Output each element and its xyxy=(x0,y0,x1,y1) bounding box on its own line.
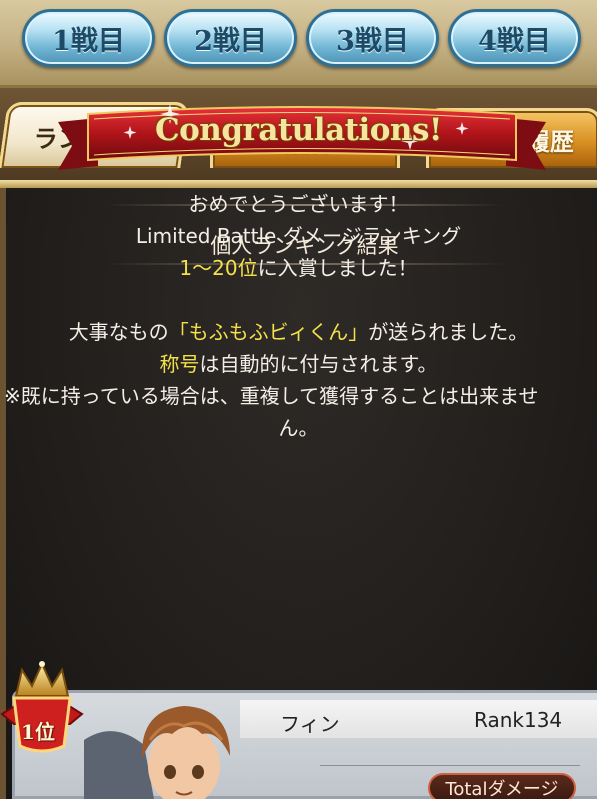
rank-range-highlight: 1〜20位 xyxy=(179,256,258,280)
player-name: フィン xyxy=(280,712,340,736)
message-line-3-rest: に入賞しました！ xyxy=(257,256,418,280)
character-portrait xyxy=(84,706,230,799)
message-line-1: おめでとうございます！ xyxy=(188,192,409,216)
message-line-3: 1〜20位に入賞しました！ xyxy=(0,252,597,284)
message-line-4-pre: 大事なもの xyxy=(68,320,169,344)
message-line-6: ※既に持っている場合は、重複して獲得することは出来ませ xyxy=(4,384,539,408)
congratulations-banner-text: Congratulations! xyxy=(154,112,443,148)
message-line-7: ん。 xyxy=(278,416,319,440)
reward-item-highlight: 「もふもふビィくん」 xyxy=(168,320,369,344)
message-line-5: 称号は自動的に付与されます。 xyxy=(0,348,597,380)
title-highlight: 称号 xyxy=(159,352,200,376)
battle-tab-1[interactable]: 1戦目 xyxy=(22,9,155,67)
crown-icon xyxy=(0,661,84,753)
message-line-4: 大事なもの「もふもふビィくん」が送られました。 xyxy=(0,316,597,348)
message-line-4-post: が送られました。 xyxy=(368,320,529,344)
battle-tab-bar: 1戦目 2戦目 3戦目 4戦目 xyxy=(0,0,597,88)
rank-position-badge: 1位 xyxy=(21,720,55,744)
message-line-5-rest: は自動的に付与されます。 xyxy=(199,352,438,376)
total-damage-label: Totalダメージ xyxy=(428,773,576,799)
panel-top-border xyxy=(0,180,597,188)
battle-tab-2[interactable]: 2戦目 xyxy=(164,9,297,67)
rank-card-divider xyxy=(320,765,580,766)
player-rank: Rank134 xyxy=(474,708,563,732)
battle-tab-3[interactable]: 3戦目 xyxy=(306,9,439,67)
message-line-2: Limited Battle ダメージランキング xyxy=(135,224,462,248)
battle-tab-4[interactable]: 4戦目 xyxy=(448,9,581,67)
